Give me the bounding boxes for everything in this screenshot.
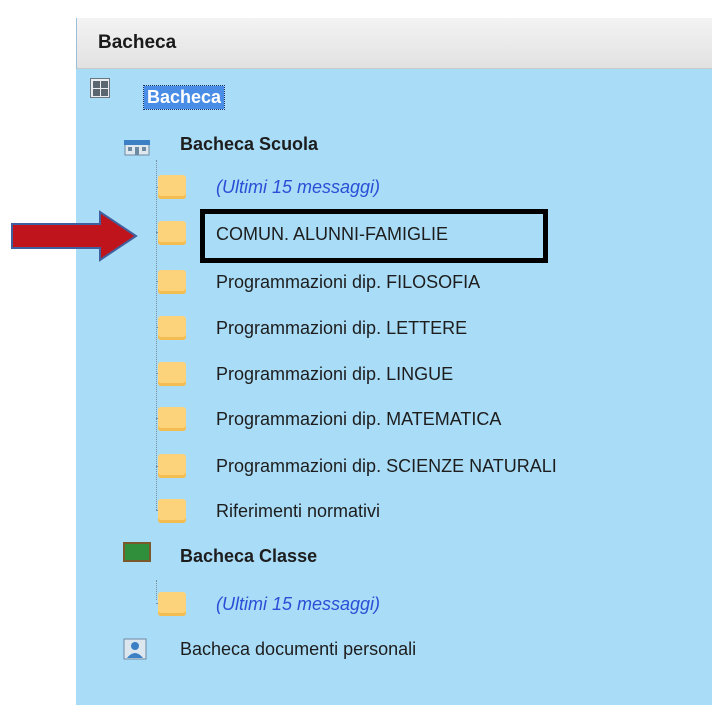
tree-item-label[interactable]: Programmazioni dip. SCIENZE NATURALI (216, 456, 557, 477)
tree-node-label[interactable]: Bacheca documenti personali (180, 639, 416, 660)
tree-item-label[interactable]: COMUN. ALUNNI-FAMIGLIE (216, 224, 448, 245)
tree-item-label[interactable]: Programmazioni dip. LETTERE (216, 318, 467, 339)
folder-icon (158, 454, 186, 478)
folder-icon (158, 270, 186, 294)
folder-icon (158, 362, 186, 386)
folder-icon (158, 407, 186, 431)
tree-node-bacheca-classe[interactable]: Bacheca Classe (180, 536, 317, 576)
folder-icon (158, 499, 186, 523)
tree-connector (156, 160, 157, 510)
tree-item-riferimenti-normativi[interactable]: Riferimenti normativi (216, 491, 380, 531)
panel-header: Bacheca (76, 18, 712, 69)
tree-connector (156, 580, 157, 600)
folder-icon (158, 221, 186, 245)
school-icon (124, 140, 150, 156)
tree-node-label[interactable]: Bacheca Classe (180, 546, 317, 567)
tree-root-bacheca[interactable]: Bacheca (142, 77, 226, 117)
tree-item-ultimi-messaggi-classe[interactable]: (Ultimi 15 messaggi) (216, 584, 380, 624)
tree-item-label[interactable]: Riferimenti normativi (216, 501, 380, 522)
tree-item-scienze-naturali[interactable]: Programmazioni dip. SCIENZE NATURALI (216, 446, 557, 486)
tree-item-filosofia[interactable]: Programmazioni dip. FILOSOFIA (216, 262, 480, 302)
folder-icon (158, 592, 186, 616)
tree-item-lettere[interactable]: Programmazioni dip. LETTERE (216, 308, 467, 348)
tree-item-label[interactable]: Programmazioni dip. MATEMATICA (216, 409, 501, 430)
blackboard-icon (123, 542, 151, 562)
tree-item-label[interactable]: Programmazioni dip. LINGUE (216, 364, 453, 385)
tree-node-bacheca-scuola[interactable]: Bacheca Scuola (180, 124, 318, 164)
tree-node-label[interactable]: Bacheca Scuola (180, 134, 318, 155)
tree-item-matematica[interactable]: Programmazioni dip. MATEMATICA (216, 399, 501, 439)
personal-documents-icon (123, 638, 147, 660)
tree-item-label[interactable]: (Ultimi 15 messaggi) (216, 594, 380, 615)
grid-icon (90, 78, 110, 98)
folder-icon (158, 316, 186, 340)
tree-node-documenti-personali[interactable]: Bacheca documenti personali (180, 629, 416, 669)
tree-root-label[interactable]: Bacheca (142, 84, 226, 110)
tree-item-label[interactable]: Programmazioni dip. FILOSOFIA (216, 272, 480, 293)
tree-item-comun-alunni-famiglie[interactable]: COMUN. ALUNNI-FAMIGLIE (216, 214, 448, 254)
red-arrow-icon (11, 210, 138, 262)
tree-item-label[interactable]: (Ultimi 15 messaggi) (216, 177, 380, 198)
tree-item-lingue[interactable]: Programmazioni dip. LINGUE (216, 354, 453, 394)
tree-item-ultimi-messaggi-scuola[interactable]: (Ultimi 15 messaggi) (216, 167, 380, 207)
folder-icon (158, 175, 186, 199)
panel-title: Bacheca (98, 32, 177, 53)
